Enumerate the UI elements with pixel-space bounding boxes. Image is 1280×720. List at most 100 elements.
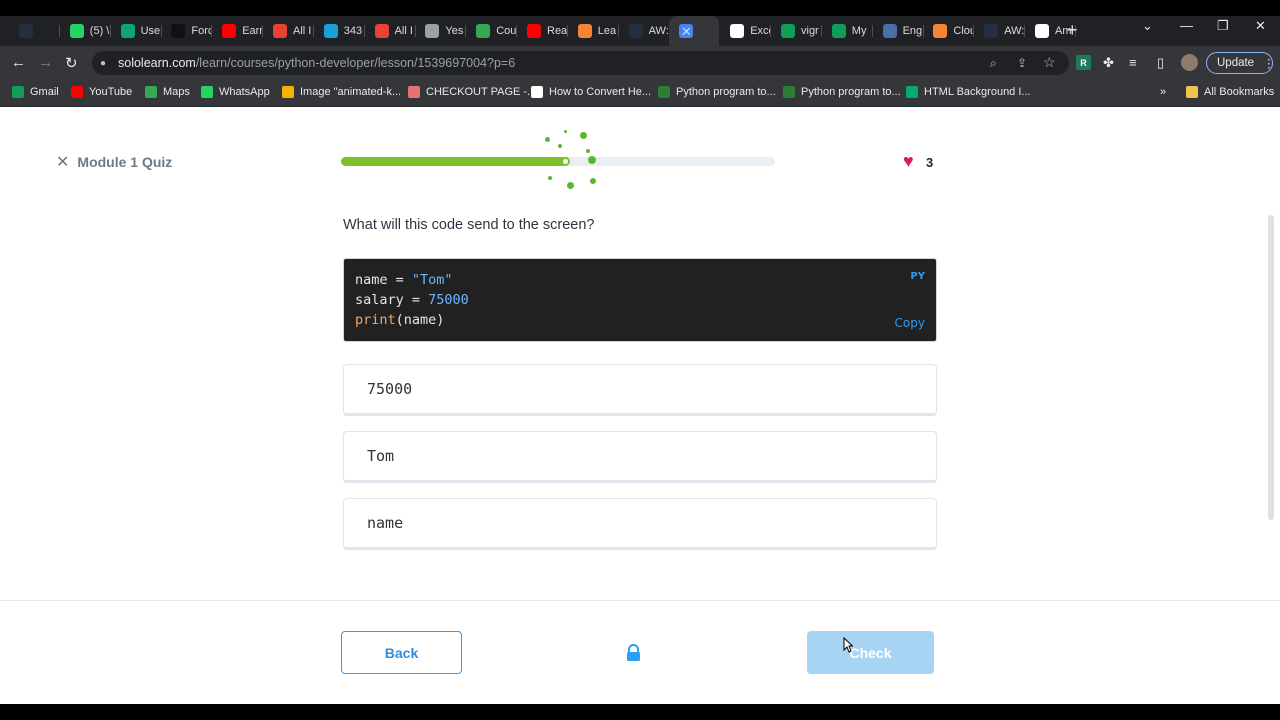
new-tab-button[interactable]: + (1067, 20, 1078, 41)
browser-tab[interactable] (669, 16, 720, 46)
code-line-1: name = "Tom" (355, 272, 453, 288)
bookmark-item[interactable]: Image "animated-k... (282, 86, 401, 98)
check-button[interactable]: Check (807, 631, 934, 674)
bookmarks-overflow-icon[interactable]: » (1160, 86, 1166, 98)
close-quiz-button[interactable]: ✕ Module 1 Quiz (56, 152, 172, 172)
browser-tab[interactable]: AW: (619, 16, 670, 46)
close-icon: ✕ (56, 154, 70, 171)
answer-option[interactable]: 75000 (343, 364, 937, 416)
browser-tab[interactable] (9, 16, 60, 46)
gmail-icon (273, 24, 287, 38)
bookmark-star-icon[interactable]: ☆ (1043, 54, 1056, 71)
bookmark-item[interactable]: WhatsApp (201, 86, 270, 98)
browser-tab[interactable]: Rea (517, 16, 568, 46)
browser-tab[interactable]: vigr (771, 16, 822, 46)
globe-icon (425, 24, 440, 38)
sparkle-dot (580, 132, 587, 139)
bookmark-item[interactable]: Python program to... (783, 86, 901, 98)
browser-tab[interactable]: Earr (212, 16, 264, 46)
bookmark-label: CHECKOUT PAGE -... (426, 86, 537, 98)
url-text[interactable]: sololearn.com/learn/courses/python-devel… (118, 56, 515, 70)
browser-tab[interactable]: Forc (161, 16, 213, 46)
bookmark-item[interactable]: Python program to... (658, 86, 776, 98)
is-icon (323, 24, 338, 38)
close-window-icon[interactable]: ✕ (1255, 18, 1266, 34)
browser-tab[interactable]: Exce (720, 16, 772, 46)
bookmark-label: HTML Background I... (924, 86, 1031, 98)
aws-icon (628, 24, 643, 38)
progress-fill (341, 157, 567, 166)
copy-code-button[interactable]: Copy (895, 316, 925, 330)
zoom-icon[interactable]: ⌕ (990, 56, 997, 71)
browser-tab[interactable]: Yes (415, 16, 467, 46)
tab-title: All I (394, 25, 413, 37)
browser-tab[interactable]: Clou (923, 16, 975, 46)
tab-search-icon[interactable]: ⌄ (1142, 18, 1153, 34)
bookmark-label: Maps (163, 86, 190, 98)
all-bookmarks-folder[interactable]: All Bookmarks (1186, 86, 1274, 98)
browser-tab[interactable]: (5) \ (60, 16, 111, 46)
youtube-icon (222, 24, 237, 38)
tab-title: Lea (597, 25, 617, 37)
browser-tab[interactable]: Use (111, 16, 162, 46)
more-menu-icon[interactable]: ⋮ (1263, 56, 1275, 70)
update-button[interactable]: Update ⋮ (1206, 52, 1275, 74)
lock-icon[interactable] (625, 644, 642, 662)
tab-title: My (851, 25, 867, 37)
bookmark-item[interactable]: How to Convert He... (531, 86, 651, 98)
profile-avatar[interactable] (1181, 54, 1198, 71)
media-controls-icon[interactable]: ≡ (1129, 55, 1137, 70)
browser-tab[interactable]: All I (263, 16, 314, 46)
browser-tab[interactable]: Cou (466, 16, 518, 46)
browser-tab[interactable]: 343 (314, 16, 365, 46)
tab-title: Yes (445, 25, 464, 37)
answer-option[interactable]: name (343, 498, 937, 550)
browser-tab[interactable]: Eng (873, 16, 924, 46)
page-scrollbar[interactable] (1268, 215, 1274, 520)
sparkle-dot (588, 156, 596, 164)
forcepoint-icon (171, 24, 186, 38)
gmail-bookmark-icon (12, 86, 24, 98)
alpha-icon (531, 86, 543, 98)
reload-icon[interactable]: ↻ (65, 54, 78, 72)
bookmark-item[interactable]: YouTube (71, 86, 132, 98)
maps-icon (145, 86, 157, 98)
mouse-cursor-icon (843, 637, 853, 653)
sparkle-dot (558, 144, 562, 148)
restore-icon[interactable]: ❐ (1217, 18, 1229, 34)
tab-title: Forc (191, 25, 213, 37)
bookmark-item[interactable]: Gmail (12, 86, 59, 98)
update-label: Update (1217, 57, 1255, 69)
quiz-title: Module 1 Quiz (77, 154, 173, 170)
youtube-icon (527, 24, 541, 38)
sparkle-dot (586, 149, 590, 153)
bookmark-item[interactable]: Maps (145, 86, 190, 98)
site-info-icon[interactable]: ● (100, 58, 106, 69)
bookmark-label: Gmail (30, 86, 59, 98)
bookmark-item[interactable]: CHECKOUT PAGE -... (408, 86, 536, 98)
forward-arrow-icon[interactable]: → (38, 54, 53, 71)
cube-icon (577, 24, 592, 38)
answer-option[interactable]: Tom (343, 431, 937, 483)
sparkle-dot (545, 137, 550, 142)
extensions-puzzle-icon[interactable]: ✤ (1103, 55, 1114, 71)
tab-title: Rea (547, 25, 568, 37)
back-button[interactable]: Back (341, 631, 462, 674)
browser-tab[interactable]: My (822, 16, 873, 46)
progress-marker (561, 157, 570, 166)
close-tab-icon[interactable]: ✕ (681, 24, 692, 40)
browser-tab[interactable]: AW: (974, 16, 1026, 46)
share-icon[interactable]: ⇪ (1017, 56, 1027, 70)
side-panel-icon[interactable]: ▯ (1157, 55, 1164, 71)
extension-r-icon[interactable]: R (1076, 55, 1091, 70)
bookmark-item[interactable]: HTML Background I... (906, 86, 1031, 98)
play-icon (476, 24, 491, 38)
minimize-icon[interactable]: — (1180, 18, 1193, 33)
bookmark-label: WhatsApp (219, 86, 270, 98)
star-icon (282, 86, 294, 98)
back-arrow-icon[interactable]: ← (11, 54, 26, 71)
browser-tab[interactable]: Lea (568, 16, 619, 46)
browser-tab[interactable]: All I (365, 16, 416, 46)
tab-title: Cou (496, 25, 517, 37)
chatgpt-icon (120, 24, 135, 38)
